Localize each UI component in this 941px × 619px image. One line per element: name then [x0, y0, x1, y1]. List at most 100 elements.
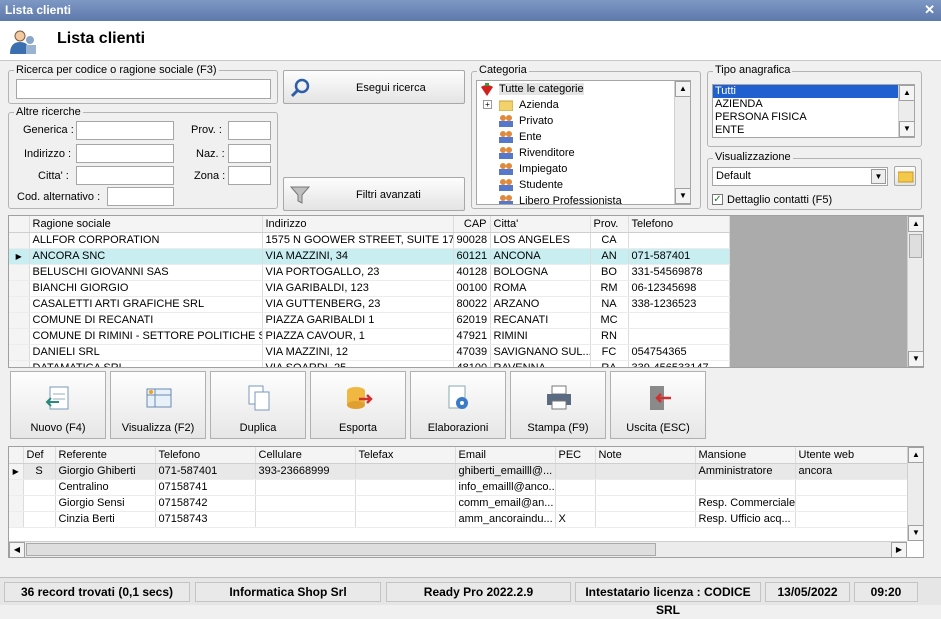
- column-header[interactable]: Def: [23, 447, 56, 464]
- scroll-down-icon[interactable]: ▼: [908, 525, 923, 541]
- table-row[interactable]: ALLFOR CORPORATION 1575 N GOOWER STREET, …: [9, 232, 730, 249]
- column-header[interactable]: Cellulare: [255, 447, 356, 464]
- row-indicator[interactable]: [9, 280, 30, 297]
- clients-scrollbar[interactable]: ▲ ▼: [907, 216, 923, 367]
- visual-select[interactable]: Default ▼: [712, 167, 888, 186]
- category-item-azienda[interactable]: + Azienda: [477, 97, 690, 113]
- row-indicator[interactable]: [9, 344, 30, 361]
- tipo-item[interactable]: PERSONA FISICA: [713, 111, 914, 124]
- contacts-detail-checkbox[interactable]: ✓: [712, 194, 723, 205]
- row-indicator[interactable]: [9, 296, 30, 313]
- table-row[interactable]: DANIELI SRL VIA MAZZINI, 12 47039 SAVIGNANO…: [9, 344, 730, 361]
- duplica-button[interactable]: Duplica: [210, 371, 306, 439]
- scroll-up-icon[interactable]: ▲: [675, 81, 690, 97]
- code-search-input[interactable]: [16, 79, 271, 99]
- row-indicator[interactable]: ▶: [9, 248, 30, 265]
- table-row[interactable]: BELUSCHI GIOVANNI SAS VIA PORTOGALLO, 23 4…: [9, 264, 730, 281]
- row-indicator[interactable]: [9, 312, 30, 329]
- scroll-down-icon[interactable]: ▼: [899, 121, 914, 137]
- nuovo-button[interactable]: Nuovo (F4): [10, 371, 106, 439]
- category-item-ente[interactable]: Ente: [477, 129, 690, 145]
- close-icon[interactable]: ✕: [924, 2, 935, 18]
- column-header[interactable]: Telefax: [355, 447, 456, 464]
- scroll-right-icon[interactable]: ▶: [891, 542, 907, 557]
- tipo-scrollbar[interactable]: ▲ ▼: [898, 85, 914, 137]
- row-indicator[interactable]: [9, 328, 30, 345]
- indirizzo-input[interactable]: [76, 144, 174, 163]
- tipo-item[interactable]: Tutti: [713, 85, 898, 98]
- column-header[interactable]: Referente: [55, 447, 156, 464]
- category-item-studente[interactable]: Studente: [477, 177, 690, 193]
- column-header[interactable]: Prov.: [590, 216, 629, 233]
- contacts-vscrollbar[interactable]: ▲ ▼: [907, 447, 923, 541]
- row-indicator[interactable]: [9, 495, 24, 512]
- row-indicator[interactable]: ▶: [9, 463, 24, 480]
- column-header[interactable]: Telefono: [155, 447, 256, 464]
- row-indicator[interactable]: [9, 511, 24, 528]
- category-tree[interactable]: Tutte le categorie + Azienda Privato Ent…: [476, 80, 691, 205]
- scroll-thumb[interactable]: [26, 543, 656, 556]
- open-folder-button[interactable]: [894, 166, 916, 186]
- table-row[interactable]: COMUNE DI RIMINI - SETTORE POLITICHE S..…: [9, 328, 730, 345]
- elaborazioni-button[interactable]: Elaborazioni: [410, 371, 506, 439]
- column-header[interactable]: Utente web: [795, 447, 908, 464]
- row-indicator[interactable]: [9, 264, 30, 281]
- search-button[interactable]: Esegui ricerca: [283, 70, 465, 104]
- column-header[interactable]: PEC: [555, 447, 596, 464]
- column-header[interactable]: Telefono: [628, 216, 730, 233]
- category-item-libero[interactable]: Libero Professionista: [477, 193, 690, 204]
- table-row[interactable]: ▶ ANCORA SNC VIA MAZZINI, 34 60121 ANCONA AN 0…: [9, 248, 730, 265]
- scroll-thumb[interactable]: [909, 234, 922, 258]
- filters-button[interactable]: Filtri avanzati: [283, 177, 465, 211]
- table-row[interactable]: Centralino 07158741 info_emailll@anco...: [9, 479, 908, 496]
- generica-input[interactable]: [76, 121, 174, 140]
- expand-icon[interactable]: +: [483, 100, 492, 109]
- tipo-item[interactable]: ENTE: [713, 124, 914, 137]
- row-indicator[interactable]: [9, 479, 24, 496]
- table-row[interactable]: COMUNE DI RECANATI PIAZZA GARIBALDI 1 6201…: [9, 312, 730, 329]
- scroll-up-icon[interactable]: ▲: [908, 447, 923, 463]
- column-header[interactable]: Note: [595, 447, 696, 464]
- scroll-up-icon[interactable]: ▲: [908, 216, 923, 232]
- tipo-item[interactable]: AZIENDA: [713, 98, 914, 111]
- clients-grid[interactable]: Ragione sociale Indirizzo CAP Citta' Pro…: [8, 215, 924, 368]
- scroll-down-icon[interactable]: ▼: [675, 188, 690, 204]
- table-cell: 47039: [453, 344, 491, 361]
- uscita-button[interactable]: Uscita (ESC): [610, 371, 706, 439]
- zona-input[interactable]: [228, 166, 271, 185]
- naz-input[interactable]: [228, 144, 271, 163]
- table-row[interactable]: DATAMATICA SRL VIA SOARDI, 25 48100 RAVENNA…: [9, 360, 730, 367]
- column-header[interactable]: CAP: [453, 216, 491, 233]
- category-scrollbar[interactable]: ▲ ▼: [674, 81, 690, 204]
- table-row[interactable]: BIANCHI GIORGIO VIA GARIBALDI, 123 00100 RO…: [9, 280, 730, 297]
- table-row[interactable]: ▶ S Giorgio Ghiberti 071-587401 393-23668999…: [9, 463, 908, 480]
- category-item-rivenditore[interactable]: Rivenditore: [477, 145, 690, 161]
- table-cell: 06-12345698: [628, 280, 730, 297]
- contacts-grid[interactable]: Def Referente Telefono Cellulare Telefax…: [8, 446, 924, 558]
- column-header[interactable]: Ragione sociale: [29, 216, 263, 233]
- category-item-impiegato[interactable]: Impiegato: [477, 161, 690, 177]
- column-header[interactable]: Mansione: [695, 447, 796, 464]
- scroll-up-icon[interactable]: ▲: [899, 85, 914, 101]
- row-indicator[interactable]: [9, 232, 30, 249]
- column-header[interactable]: Citta': [490, 216, 591, 233]
- cod-alt-input[interactable]: [107, 187, 174, 206]
- scroll-left-icon[interactable]: ◀: [9, 542, 25, 557]
- column-header[interactable]: Indirizzo: [262, 216, 454, 233]
- table-row[interactable]: CASALETTI ARTI GRAFICHE SRL VIA GUTTENBER…: [9, 296, 730, 313]
- citta-input[interactable]: [76, 166, 174, 185]
- chevron-down-icon[interactable]: ▼: [871, 169, 886, 184]
- column-header[interactable]: Email: [455, 447, 556, 464]
- stampa-button[interactable]: Stampa (F9): [510, 371, 606, 439]
- table-row[interactable]: Giorgio Sensi 07158742 comm_email@an... Res…: [9, 495, 908, 512]
- table-row[interactable]: Cinzia Berti 07158743 amm_ancoraindu... X Re…: [9, 511, 908, 528]
- category-item-all[interactable]: Tutte le categorie: [477, 81, 690, 97]
- scroll-down-icon[interactable]: ▼: [908, 351, 923, 367]
- prov-input[interactable]: [228, 121, 271, 140]
- contacts-hscrollbar[interactable]: ◀ ▶: [9, 541, 907, 557]
- visualizza-button[interactable]: Visualizza (F2): [110, 371, 206, 439]
- esporta-button[interactable]: Esporta: [310, 371, 406, 439]
- tipo-list[interactable]: Tutti AZIENDA PERSONA FISICA ENTE ▲ ▼: [712, 84, 915, 138]
- category-item-privato[interactable]: Privato: [477, 113, 690, 129]
- row-indicator[interactable]: [9, 360, 30, 367]
